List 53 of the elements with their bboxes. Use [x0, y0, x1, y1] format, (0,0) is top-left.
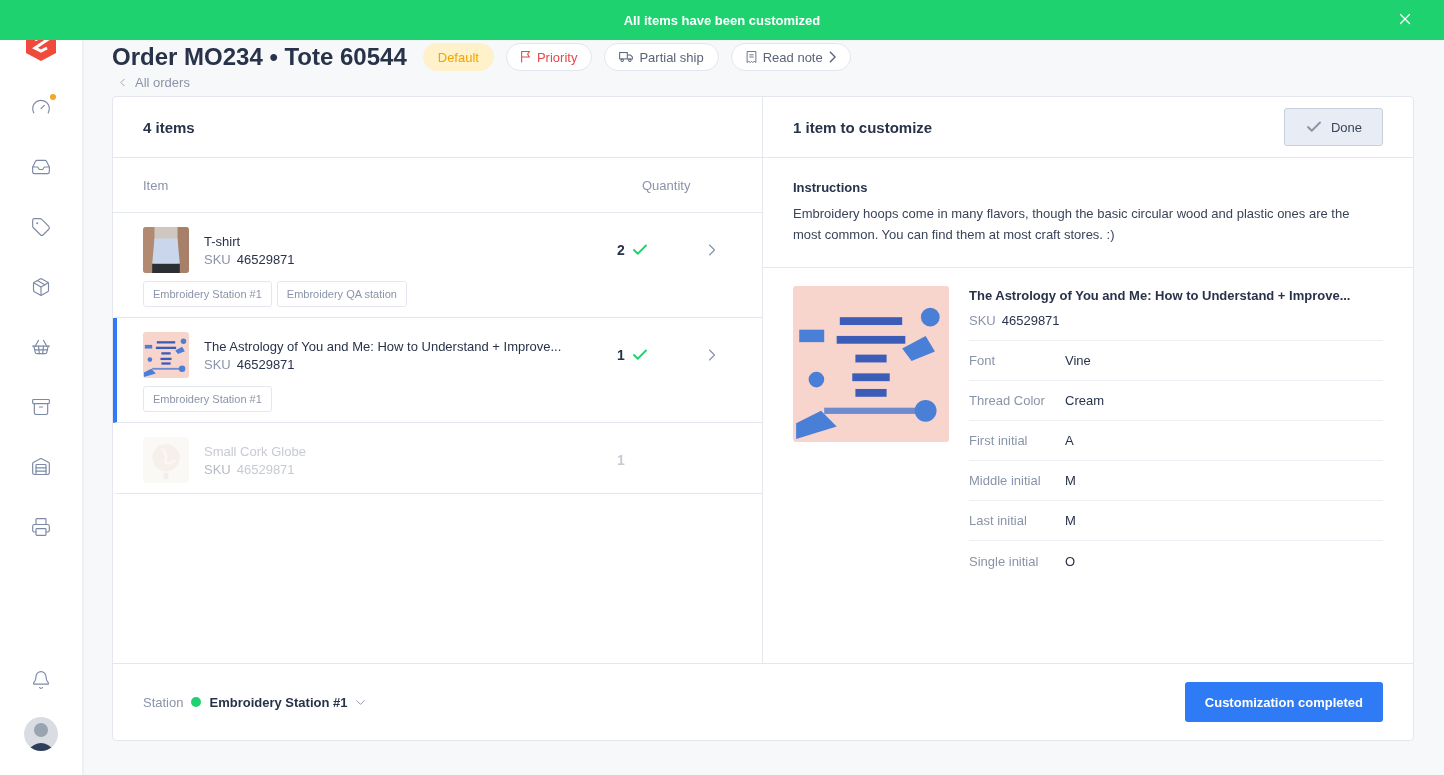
sku-label: SKU	[969, 313, 996, 328]
tag-button[interactable]: Priority	[505, 43, 593, 71]
sku-value: 46529871	[236, 356, 295, 372]
sku-label: SKU	[204, 356, 231, 372]
tag-button[interactable]: Partial ship	[604, 43, 719, 71]
item-name: Small Cork Globe	[204, 443, 307, 459]
station-tag: Embroidery QA station	[276, 281, 407, 307]
item-row[interactable]: The Astrology of You and Me: How to Understand + Improve... SKU 46529871 1 Embroidery Station #1	[113, 318, 762, 423]
items-title: 4 items	[143, 118, 195, 136]
banner-message: All items have been customized	[623, 12, 821, 28]
attribute-value: O	[1065, 553, 1077, 569]
item-name: T-shirt	[204, 233, 242, 249]
avatar[interactable]	[24, 717, 58, 751]
attribute-label: Single initial	[969, 553, 1040, 569]
attribute-label: Thread Color	[969, 393, 1046, 408]
tag-button[interactable]: Read note	[730, 43, 851, 71]
quantity: 1	[617, 347, 625, 363]
attribute-label: Middle initial	[969, 473, 1042, 488]
quantity: 1	[617, 452, 625, 468]
instructions-title: Instructions	[793, 180, 869, 195]
attribute-label: Font	[969, 353, 996, 368]
sku-label: SKU	[204, 461, 231, 477]
item-name: The Astrology of You and Me: How to Understand + Improve...	[204, 338, 563, 354]
sku-value: 46529871	[236, 461, 295, 477]
flag-icon	[520, 51, 531, 63]
column-header: Item	[143, 177, 170, 193]
station-label: Station	[143, 694, 184, 710]
chevron-right-icon	[828, 51, 836, 63]
attribute-label: Last initial	[969, 513, 1028, 528]
truck-icon	[619, 51, 634, 63]
customize-title: 1 item to customize	[793, 118, 933, 136]
quantity: 2	[617, 242, 625, 258]
attribute-value: M	[1065, 473, 1077, 488]
complete-button[interactable]: Customization completed	[1184, 682, 1383, 722]
status-badge: Default	[422, 43, 494, 71]
attribute-value: Cream	[1065, 393, 1105, 408]
attribute-label: First initial	[969, 433, 1029, 448]
sku-value: 46529871	[236, 251, 295, 267]
column-header: Quantity	[642, 177, 692, 193]
sku-value: 46529871	[1001, 313, 1060, 328]
attribute-value: Vine	[1065, 353, 1092, 368]
note-icon	[745, 51, 757, 63]
done-button[interactable]: Done	[1283, 108, 1383, 146]
attribute-value: A	[1065, 433, 1075, 448]
product-name: The Astrology of You and Me: How to Understand + Improve...	[969, 288, 1352, 303]
station-dropdown[interactable]: Embroidery Station #1	[209, 694, 369, 710]
instructions-text: Embroidery hoops come in many flavors, though the basic circular wood and plastic ones are the most common. You can find them at most craft stores. :)	[793, 205, 1351, 244]
sku-label: SKU	[204, 251, 231, 267]
station-tag: Embroidery Station #1	[143, 386, 272, 412]
attribute-value: M	[1065, 513, 1077, 528]
order-title: Order MO234 • Tote 60544	[112, 43, 407, 71]
item-row[interactable]: T-shirt SKU 46529871 2 Embroidery Station #1 Embroidery QA station	[113, 213, 762, 318]
station-tag: Embroidery Station #1	[143, 281, 272, 307]
